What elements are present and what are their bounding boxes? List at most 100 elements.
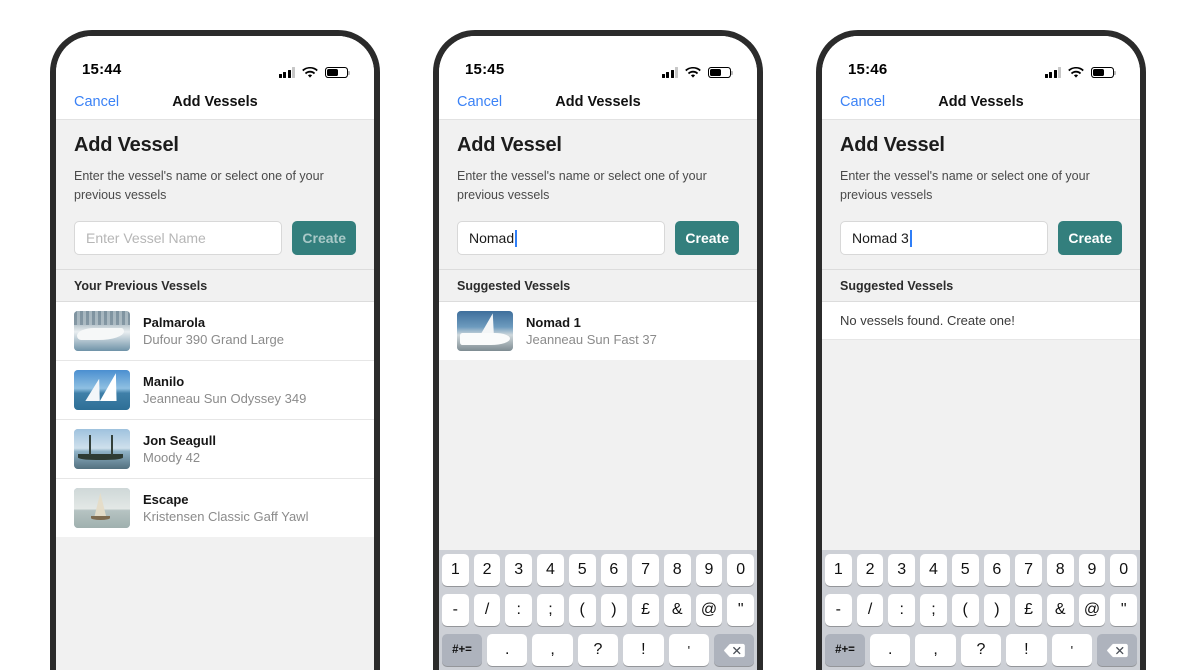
- add-vessel-form: Add Vessel Enter the vessel's name or se…: [56, 120, 374, 269]
- key-quote[interactable]: ": [1110, 594, 1138, 626]
- add-vessel-form: Add Vessel Enter the vessel's name or se…: [439, 120, 757, 269]
- key-semicolon[interactable]: ;: [537, 594, 564, 626]
- key-quote[interactable]: ": [727, 594, 755, 626]
- key-comma[interactable]: ,: [532, 634, 573, 666]
- vessel-name-input[interactable]: Enter Vessel Name: [74, 221, 283, 255]
- key-paren-open[interactable]: (: [568, 594, 596, 626]
- form-heading: Add Vessel: [457, 134, 562, 156]
- key-at[interactable]: @: [695, 594, 723, 626]
- key-apostrophe[interactable]: ': [1051, 634, 1093, 666]
- status-clock: 15:46: [848, 61, 888, 78]
- key-comma[interactable]: ,: [915, 634, 956, 666]
- key-pound[interactable]: £: [1015, 594, 1042, 626]
- key-1[interactable]: 1: [824, 554, 852, 586]
- key-3[interactable]: 3: [888, 554, 916, 586]
- key-symbols-toggle[interactable]: #+=: [441, 634, 482, 666]
- form-heading: Add Vessel: [840, 134, 945, 156]
- key-7[interactable]: 7: [632, 554, 659, 586]
- key-semicolon[interactable]: ;: [920, 594, 947, 626]
- vessel-input-row: Enter Vessel Name Create: [74, 221, 356, 269]
- form-subtitle: Enter the vessel's name or select one of…: [457, 169, 707, 202]
- key-9[interactable]: 9: [1078, 554, 1106, 586]
- key-exclamation[interactable]: !: [1006, 634, 1047, 666]
- key-paren-close[interactable]: ): [600, 594, 628, 626]
- key-hyphen[interactable]: -: [441, 594, 469, 626]
- cancel-button[interactable]: Cancel: [840, 94, 885, 110]
- key-2[interactable]: 2: [856, 554, 884, 586]
- vessel-model: Jeanneau Sun Odyssey 349: [143, 391, 307, 406]
- nav-bar: Cancel Add Vessels: [56, 84, 374, 120]
- wifi-icon: [302, 66, 318, 78]
- key-5[interactable]: 5: [568, 554, 596, 586]
- cancel-button[interactable]: Cancel: [74, 94, 119, 110]
- key-0[interactable]: 0: [727, 554, 755, 586]
- status-icons: [278, 66, 351, 78]
- key-7[interactable]: 7: [1015, 554, 1042, 586]
- signal-bars-icon: [278, 67, 295, 78]
- key-at[interactable]: @: [1078, 594, 1106, 626]
- create-button[interactable]: Create: [675, 221, 739, 255]
- status-icons: [1044, 66, 1117, 78]
- list-item[interactable]: Nomad 1 Jeanneau Sun Fast 37: [439, 302, 757, 360]
- keyboard-row-bottom: #+= . , ? ! ': [441, 634, 755, 666]
- vessel-thumbnail: [457, 311, 513, 351]
- key-8[interactable]: 8: [1046, 554, 1074, 586]
- key-paren-close[interactable]: ): [983, 594, 1011, 626]
- key-period[interactable]: .: [869, 634, 911, 666]
- vessel-thumbnail: [74, 311, 130, 351]
- key-1[interactable]: 1: [441, 554, 469, 586]
- delete-icon[interactable]: [1097, 634, 1138, 666]
- key-6[interactable]: 6: [600, 554, 628, 586]
- key-question[interactable]: ?: [577, 634, 619, 666]
- key-slash[interactable]: /: [473, 594, 501, 626]
- key-exclamation[interactable]: !: [623, 634, 664, 666]
- key-symbols-toggle[interactable]: #+=: [824, 634, 865, 666]
- delete-icon[interactable]: [714, 634, 755, 666]
- key-2[interactable]: 2: [473, 554, 501, 586]
- content-filler: [56, 537, 374, 670]
- vessel-name-input[interactable]: Nomad 3: [840, 221, 1049, 255]
- key-6[interactable]: 6: [983, 554, 1011, 586]
- key-colon[interactable]: :: [888, 594, 916, 626]
- key-0[interactable]: 0: [1110, 554, 1138, 586]
- vessel-name: Jon Seagull: [143, 433, 216, 448]
- key-8[interactable]: 8: [663, 554, 691, 586]
- key-4[interactable]: 4: [920, 554, 947, 586]
- vessel-name-input[interactable]: Nomad: [457, 221, 666, 255]
- vessel-name-input-text: Nomad 3: [852, 230, 909, 246]
- list-item[interactable]: Escape Kristensen Classic Gaff Yawl: [56, 478, 374, 537]
- key-4[interactable]: 4: [537, 554, 564, 586]
- form-subtitle: Enter the vessel's name or select one of…: [74, 169, 324, 202]
- vessel-model: Moody 42: [143, 450, 201, 465]
- key-3[interactable]: 3: [505, 554, 533, 586]
- key-pound[interactable]: £: [632, 594, 659, 626]
- phone-3-screen: 15:46 Cancel Add Vessels Add Vessel Ente…: [822, 36, 1140, 670]
- create-button[interactable]: Create: [1058, 221, 1122, 255]
- list-item[interactable]: Palmarola Dufour 390 Grand Large: [56, 302, 374, 360]
- phone-2-content: Add Vessel Enter the vessel's name or se…: [439, 120, 757, 670]
- vessel-model: Dufour 390 Grand Large: [143, 332, 284, 347]
- list-item[interactable]: Manilo Jeanneau Sun Odyssey 349: [56, 360, 374, 419]
- key-paren-open[interactable]: (: [951, 594, 979, 626]
- nav-bar: Cancel Add Vessels: [439, 84, 757, 120]
- create-button[interactable]: Create: [292, 221, 356, 255]
- keyboard-row-bottom: #+= . , ? ! ': [824, 634, 1138, 666]
- key-apostrophe[interactable]: ': [668, 634, 710, 666]
- key-hyphen[interactable]: -: [824, 594, 852, 626]
- key-colon[interactable]: :: [505, 594, 533, 626]
- keyboard-row-symbols: - / : ; ( ) £ & @ ": [441, 594, 755, 626]
- list-item[interactable]: Jon Seagull Moody 42: [56, 419, 374, 478]
- add-vessel-form: Add Vessel Enter the vessel's name or se…: [822, 120, 1140, 269]
- key-5[interactable]: 5: [951, 554, 979, 586]
- status-icons: [661, 66, 734, 78]
- key-ampersand[interactable]: &: [663, 594, 691, 626]
- status-clock: 15:44: [82, 61, 122, 78]
- key-9[interactable]: 9: [695, 554, 723, 586]
- key-ampersand[interactable]: &: [1046, 594, 1074, 626]
- vessel-name-input-text: Nomad: [469, 230, 515, 246]
- key-period[interactable]: .: [486, 634, 528, 666]
- key-question[interactable]: ?: [960, 634, 1002, 666]
- section-header-suggested-vessels: Suggested Vessels: [439, 269, 757, 302]
- cancel-button[interactable]: Cancel: [457, 94, 502, 110]
- key-slash[interactable]: /: [856, 594, 884, 626]
